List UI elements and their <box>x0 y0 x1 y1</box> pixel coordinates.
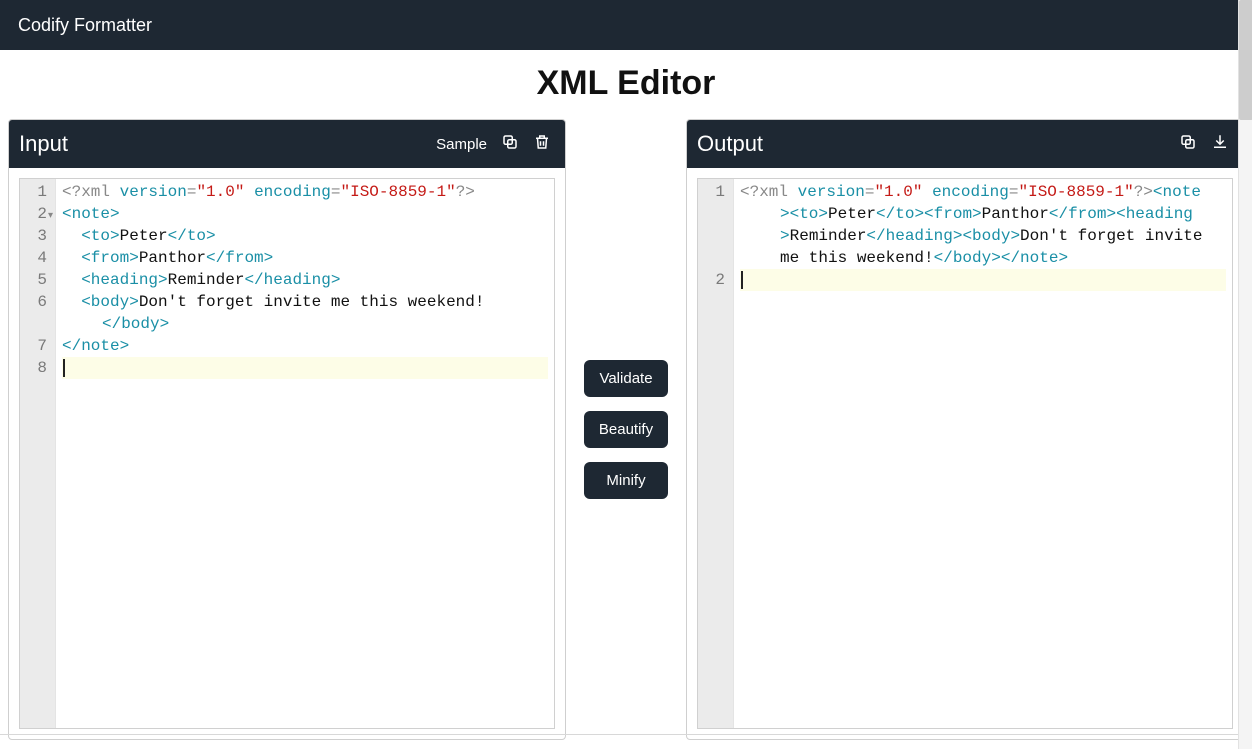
input-editor[interactable]: 123456 78 <?xml version="1.0" encoding="… <box>19 178 555 729</box>
output-editor[interactable]: 1 2 <?xml version="1.0" encoding="ISO-88… <box>697 178 1233 729</box>
output-gutter: 1 2 <box>698 179 734 728</box>
trash-icon <box>533 133 551 155</box>
input-code[interactable]: <?xml version="1.0" encoding="ISO-8859-1… <box>56 179 554 728</box>
delete-input-button[interactable] <box>533 133 551 155</box>
copy-icon <box>501 133 519 155</box>
output-panel: Output 1 2 <?xml version="1.0" encoding=… <box>686 119 1244 740</box>
scrollbar-thumb[interactable] <box>1239 0 1252 120</box>
copy-icon <box>1179 133 1197 155</box>
download-icon <box>1211 133 1229 155</box>
output-panel-header: Output <box>687 120 1243 168</box>
app-header: Codify Formatter <box>0 0 1252 50</box>
page-scrollbar[interactable] <box>1238 0 1252 749</box>
validate-button[interactable]: Validate <box>584 360 668 397</box>
workspace: Input Sample 123456 78 <?xml version="1.… <box>0 119 1252 750</box>
download-output-button[interactable] <box>1211 133 1229 155</box>
copy-input-button[interactable] <box>501 133 519 155</box>
input-gutter: 123456 78 <box>20 179 56 728</box>
output-panel-title: Output <box>697 131 763 157</box>
action-column: Validate Beautify Minify <box>578 119 674 740</box>
app-name: Codify Formatter <box>18 15 152 36</box>
footer-divider <box>0 734 1252 735</box>
copy-output-button[interactable] <box>1179 133 1197 155</box>
minify-button[interactable]: Minify <box>584 462 668 499</box>
page-title: XML Editor <box>0 50 1252 119</box>
input-panel: Input Sample 123456 78 <?xml version="1.… <box>8 119 566 740</box>
input-panel-header: Input Sample <box>9 120 565 168</box>
beautify-button[interactable]: Beautify <box>584 411 668 448</box>
sample-button[interactable]: Sample <box>436 136 487 153</box>
input-panel-title: Input <box>19 131 68 157</box>
output-code[interactable]: <?xml version="1.0" encoding="ISO-8859-1… <box>734 179 1232 728</box>
